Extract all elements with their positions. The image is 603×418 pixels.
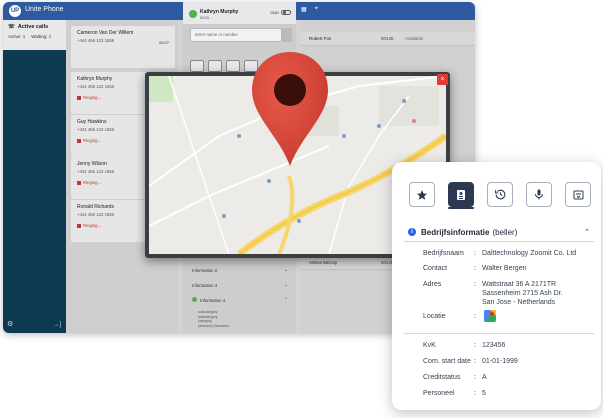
field-label: Bedrijfsnaam <box>423 250 464 257</box>
caller-info-card: i Bedrijfsinformatie (beller) ⌃ Bedrijfs… <box>392 162 601 410</box>
app-logo: UP <box>9 5 21 17</box>
active-calls-title: Active calls <box>17 24 49 30</box>
chevron-down-icon: ⌄ <box>284 282 288 287</box>
field-label: Personeel <box>423 390 455 397</box>
microphone-icon <box>535 189 543 200</box>
phone-icon: ☏ <box>8 24 15 30</box>
search-input[interactable]: Enter name or number <box>190 28 282 42</box>
close-icon[interactable]: × <box>437 74 448 85</box>
section-suffix: (beller) <box>492 227 518 237</box>
star-icon[interactable] <box>190 60 204 72</box>
section-header[interactable]: i Bedrijfsinformatie (beller) ⌃ <box>408 225 590 239</box>
call-status: Ringing... <box>83 180 102 185</box>
ringing-icon <box>77 180 81 185</box>
colleague-tabs: ▦ ⌖ <box>301 6 318 13</box>
logout-icon[interactable]: →] <box>53 322 61 328</box>
google-maps-icon[interactable] <box>484 310 496 322</box>
field-value: 5 <box>482 390 486 397</box>
ringing-icon <box>77 138 81 143</box>
screenshot-stage: UP Unite Phone ☏ Active calls Active: 1 … <box>0 0 603 418</box>
field-value: Walter Bergen <box>482 265 527 272</box>
voicemail-button[interactable] <box>526 182 552 207</box>
inbox-icon <box>573 190 583 199</box>
divider <box>404 333 594 334</box>
address-line: Sassenheim 2715 Ash Dr. <box>482 290 563 297</box>
contact-card-button[interactable] <box>448 182 474 209</box>
chevron-up-icon: ⌃ <box>284 297 288 302</box>
chevron-up-icon: ⌃ <box>584 229 590 236</box>
field-label: Locatie <box>423 313 446 320</box>
info-icon: i <box>408 228 416 236</box>
chevron-down-icon: ⌄ <box>284 267 288 272</box>
card-toolbar <box>409 182 591 209</box>
field-label: KvK <box>423 342 436 349</box>
avatar <box>189 10 197 18</box>
search-button[interactable] <box>282 28 292 42</box>
field-label: Com. start date <box>423 358 471 365</box>
history-icon[interactable] <box>226 60 240 72</box>
star-icon <box>417 189 427 200</box>
dnd-toggle[interactable] <box>281 10 291 15</box>
active-indicator <box>448 207 474 209</box>
info-icon <box>192 297 197 302</box>
section-title: Bedrijfsinformatie <box>421 227 490 237</box>
field-label: Creditstatus <box>423 374 461 381</box>
active-calls-header: ☏ Active calls Active: 1 Waiting: 3 <box>3 20 66 50</box>
accordion-info-4[interactable]: Information 4 ⌃ <box>190 294 290 306</box>
call-status: Ringing... <box>83 223 102 228</box>
call-status: Ringing... <box>83 95 102 100</box>
grid-icon[interactable]: ▦ <box>301 6 307 13</box>
colleague-row[interactable]: Robert Fox 00146 Available <box>301 32 475 46</box>
call-timer: 00:07 <box>158 40 169 45</box>
waiting-count: 3 <box>48 34 52 39</box>
field-value: 123456 <box>482 342 506 349</box>
contact-card-icon <box>457 189 465 200</box>
dnd-label: DND <box>270 10 279 15</box>
field-value: 01-01-1999 <box>482 358 518 365</box>
ringing-icon <box>77 95 81 100</box>
location-pin-icon <box>252 52 328 166</box>
divider <box>404 241 594 242</box>
field-value: Dalttechnology Zoomit Co. Ltd <box>482 250 577 257</box>
history-button[interactable] <box>487 182 513 207</box>
app-title: Unite Phone <box>25 6 64 13</box>
sidebar: ☏ Active calls Active: 1 Waiting: 3 ⚙ →] <box>3 20 66 333</box>
address-line: San Jose - Netherlands <box>482 299 556 306</box>
field-label: Contact <box>423 265 448 272</box>
accordion-subitems: subcategory subcategory category (direct… <box>198 310 229 328</box>
field-label: Adres <box>423 281 442 288</box>
accordion-info-2[interactable]: Information 2 ⌄ <box>190 264 290 276</box>
call-card[interactable]: Cameron Van Der Willem +444 456 123 1656… <box>71 26 175 68</box>
notes-button[interactable] <box>565 182 591 207</box>
field-value: A <box>482 374 487 381</box>
address-line: Wattstraat 36 A 2171TR <box>482 281 557 288</box>
call-status: Ringing... <box>83 138 102 143</box>
sitemap-icon[interactable]: ⌖ <box>315 6 318 13</box>
ringing-icon <box>77 223 81 228</box>
gear-icon[interactable]: ⚙ <box>7 320 13 328</box>
accordion-info-3[interactable]: Information 3 ⌄ <box>190 279 290 291</box>
contact-card-icon[interactable] <box>208 60 222 72</box>
waiting-label: Waiting: <box>31 34 48 39</box>
contact-toolbar <box>190 60 258 72</box>
history-icon <box>494 189 505 200</box>
favorite-button[interactable] <box>409 182 435 207</box>
contact-number: 0023 <box>200 15 209 20</box>
active-count: Active: 1 <box>8 34 26 39</box>
caller-phone: +444 456 123 1656 <box>77 38 115 43</box>
caller-name: Cameron Van Der Willem <box>77 30 134 36</box>
contact-header: Kathryn Murphy 0023 DND <box>183 2 296 24</box>
